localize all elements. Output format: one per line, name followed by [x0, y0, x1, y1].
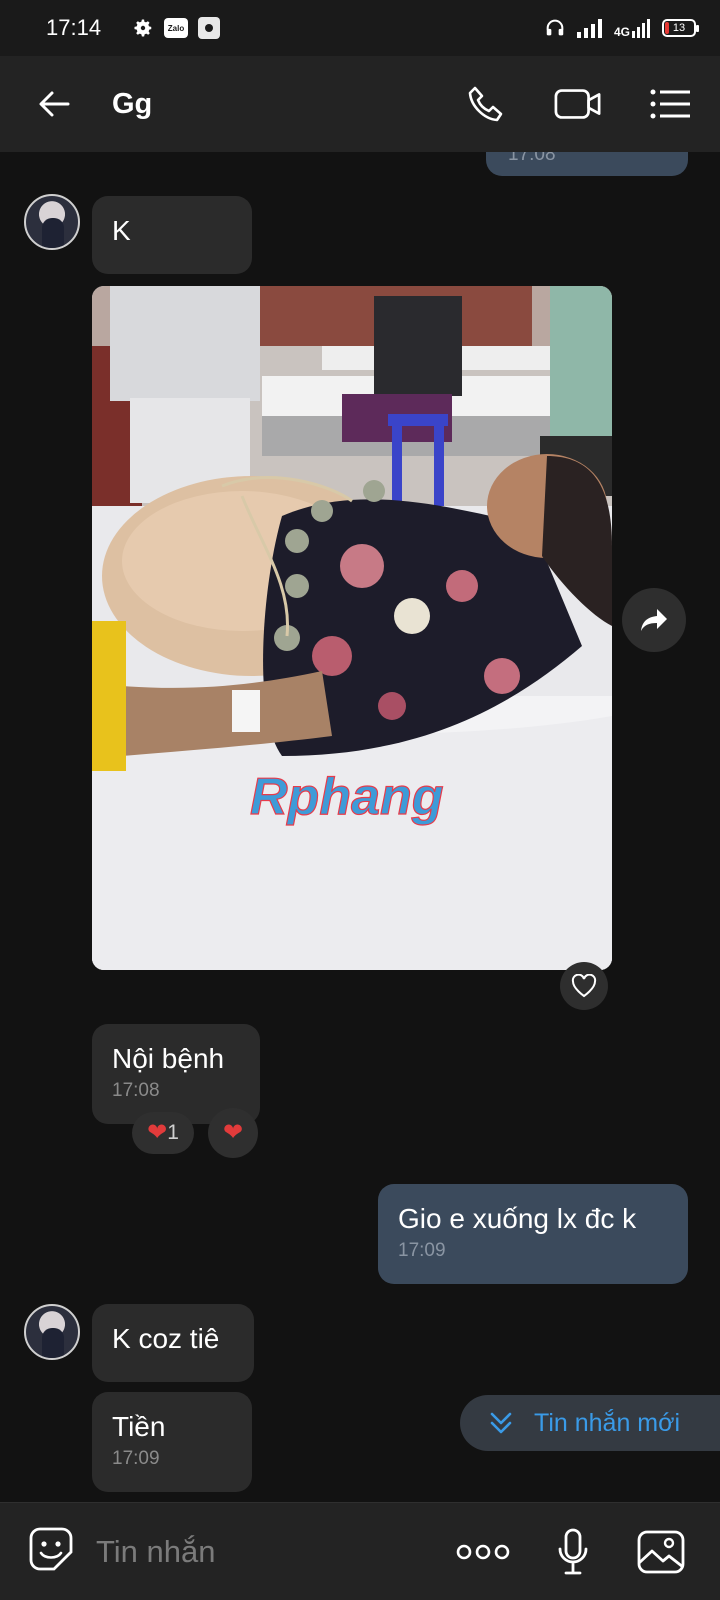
- heart-outline-icon: [571, 974, 597, 998]
- share-arrow-icon: [641, 609, 667, 631]
- message-bubble-incoming[interactable]: K: [92, 196, 252, 274]
- message-bubble-incoming[interactable]: K coz tiê: [92, 1304, 254, 1382]
- message-text: K coz tiê: [112, 1323, 220, 1354]
- network-type-label: 4G: [613, 25, 630, 39]
- add-reaction-button[interactable]: ❤: [208, 1108, 258, 1158]
- chat-header: Gg: [0, 56, 720, 152]
- message-text: Gio e xuống lx đc k: [398, 1203, 637, 1234]
- arrow-left-icon: [39, 91, 70, 117]
- new-messages-label: Tin nhắn mới: [534, 1408, 681, 1437]
- mobile-data-indicator: 4G: [614, 18, 652, 38]
- voice-call-button[interactable]: [462, 80, 510, 128]
- more-options-button[interactable]: [456, 1543, 510, 1561]
- status-bar: 17:14 Zalo 4G 13: [0, 0, 720, 56]
- message-time: 17:08: [508, 152, 556, 165]
- heart-icon: ❤: [147, 1119, 168, 1146]
- chat-title[interactable]: Gg: [112, 88, 152, 121]
- signal-bars-icon: [576, 19, 602, 38]
- image-watermark: Rphang: [250, 768, 444, 826]
- message-bubble-outgoing[interactable]: 17:08: [486, 152, 688, 176]
- zalo-label: Zalo: [167, 23, 185, 33]
- headphones-icon: [546, 19, 564, 36]
- message-time: 17:08: [112, 1080, 160, 1101]
- status-time: 17:14: [46, 15, 102, 40]
- photo-hospital-bed-image: Rphang: [92, 286, 612, 970]
- video-call-button[interactable]: [554, 80, 602, 128]
- reaction-count: 1: [167, 1121, 179, 1144]
- status-notification-icons: Zalo: [132, 17, 220, 39]
- zalo-app-icon: Zalo: [164, 18, 188, 38]
- battery-icon: 13: [662, 19, 699, 37]
- react-heart-button[interactable]: [560, 962, 608, 1010]
- video-camera-icon: [554, 89, 601, 119]
- signal-bars-icon-2: [632, 19, 650, 38]
- image-message[interactable]: Rphang: [92, 286, 612, 970]
- more-horizontal-icon: [456, 1544, 510, 1559]
- send-image-button[interactable]: [636, 1529, 686, 1575]
- message-bubble-incoming[interactable]: Tiền 17:09: [92, 1392, 252, 1492]
- message-text: Tiền: [112, 1411, 166, 1442]
- voice-record-button[interactable]: [556, 1527, 590, 1577]
- chat-options-button[interactable]: [646, 80, 694, 128]
- battery-level: 13: [672, 22, 686, 34]
- reaction-summary[interactable]: ❤ 1: [132, 1112, 194, 1154]
- sticker-smile-icon: [29, 1527, 73, 1571]
- message-input[interactable]: Tin nhắn: [96, 1534, 216, 1570]
- camera-app-icon: [198, 17, 220, 39]
- back-button[interactable]: [34, 84, 74, 124]
- settings-gear-icon: [134, 19, 152, 37]
- microphone-icon: [558, 1528, 588, 1574]
- new-messages-button[interactable]: Tin nhắn mới: [460, 1395, 720, 1451]
- message-text: K: [112, 215, 131, 246]
- sticker-button[interactable]: [26, 1524, 76, 1579]
- contact-avatar[interactable]: [24, 194, 80, 250]
- message-time: 17:09: [112, 1448, 160, 1469]
- status-system-icons: 4G 13: [544, 17, 699, 39]
- message-time: 17:09: [398, 1240, 446, 1261]
- message-composer: Tin nhắn: [0, 1502, 720, 1600]
- phone-icon: [468, 86, 503, 122]
- message-list[interactable]: 17:08 K Rphang Nội bệnh 17:08 ❤ 1 ❤ Gio …: [0, 152, 720, 1502]
- contact-avatar[interactable]: [24, 1304, 80, 1360]
- menu-list-icon: [650, 89, 690, 119]
- double-chevron-down-icon: [490, 1412, 512, 1434]
- message-text: Nội bệnh: [112, 1043, 225, 1074]
- heart-icon: ❤: [222, 1119, 244, 1146]
- forward-button[interactable]: [622, 588, 686, 652]
- image-gallery-icon: [637, 1530, 685, 1573]
- message-bubble-outgoing[interactable]: Gio e xuống lx đc k 17:09: [378, 1184, 688, 1284]
